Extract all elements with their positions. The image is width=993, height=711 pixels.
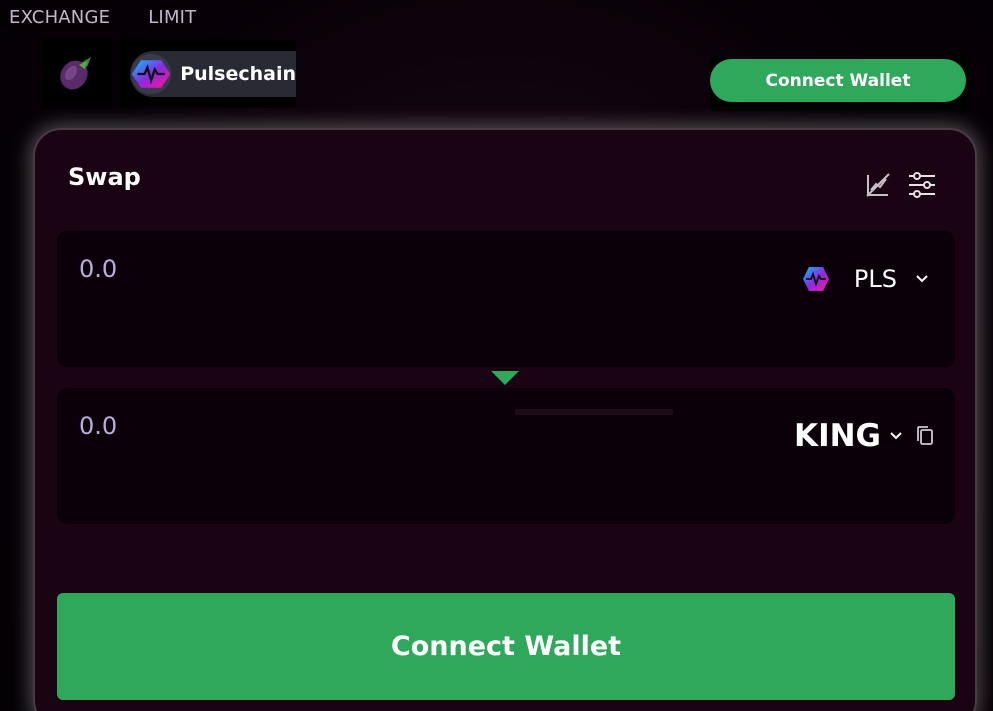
to-token-box: KING (57, 388, 955, 524)
to-token-symbol: KING (794, 418, 881, 454)
nav-exchange[interactable]: EXCHANGE (9, 7, 110, 28)
from-token-box: PLS (57, 231, 955, 367)
pls-token-icon (802, 267, 829, 291)
chevron-down-icon (890, 432, 902, 440)
header-connect-wallet-button[interactable]: Connect Wallet (710, 59, 966, 102)
header-connect-wrap: Connect Wallet (710, 58, 966, 111)
top-nav: EXCHANGE LIMIT (9, 7, 196, 28)
swap-card: Swap 0.0 PLS 0.0 KING Connect Wallet (33, 128, 977, 711)
to-token-selector[interactable]: KING (794, 418, 935, 454)
from-token-symbol: PLS (853, 265, 897, 293)
eggplant-logo-icon (60, 57, 91, 90)
network-selector[interactable]: Pulsechain (120, 40, 296, 108)
to-amount-input[interactable] (79, 412, 379, 440)
switch-direction-arrow[interactable] (491, 371, 519, 385)
page: EXCHANGE LIMIT Pulsechain Connect Wallet… (0, 0, 993, 711)
pulsechain-icon (130, 53, 172, 95)
copy-icon[interactable] (915, 425, 935, 447)
network-label: Pulsechain (180, 63, 296, 85)
chevron-down-icon (916, 275, 928, 283)
swap-title: Swap (68, 163, 141, 191)
from-token-selector[interactable]: PLS (802, 265, 929, 293)
chart-toggle-icon[interactable] (865, 172, 891, 198)
divider (515, 409, 673, 415)
from-amount-input[interactable] (79, 255, 379, 283)
nav-limit[interactable]: LIMIT (148, 7, 196, 28)
settings-sliders-icon[interactable] (907, 170, 937, 200)
connect-wallet-button[interactable]: Connect Wallet (57, 593, 955, 700)
logo[interactable] (42, 38, 112, 108)
